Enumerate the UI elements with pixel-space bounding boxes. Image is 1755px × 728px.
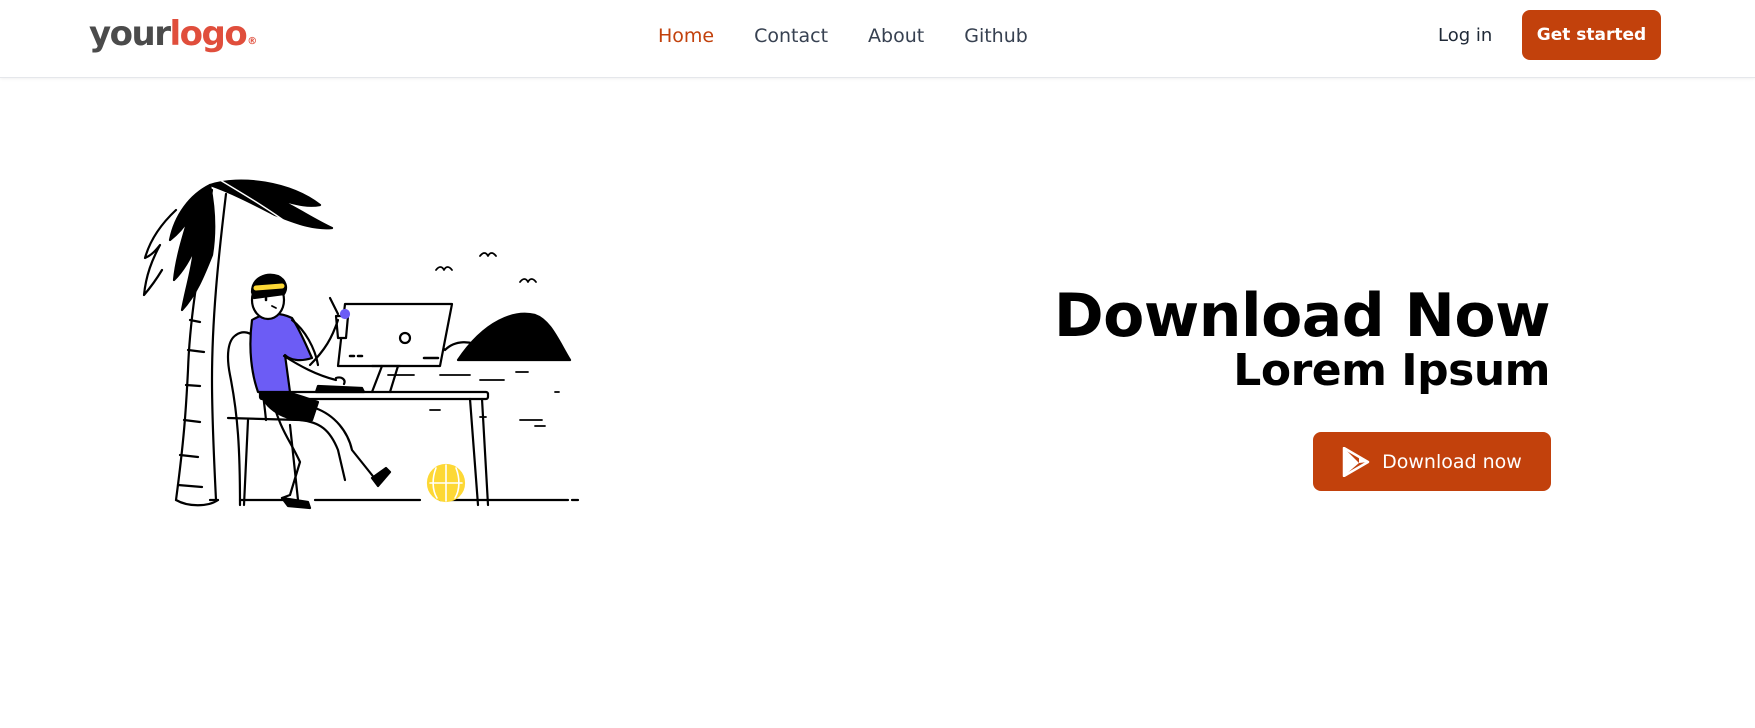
nav-about[interactable]: About [868, 24, 924, 48]
logo-word-your: your [89, 14, 171, 54]
login-link[interactable]: Log in [1438, 24, 1492, 48]
download-now-button[interactable]: Download now [1313, 432, 1551, 491]
nav-github[interactable]: Github [964, 24, 1028, 48]
top-navbar: yourlogo® Home Contact About Github Log … [0, 0, 1755, 78]
registered-mark: ® [247, 36, 258, 47]
get-started-button[interactable]: Get started [1522, 10, 1661, 60]
logo-word-logo: logo [169, 14, 248, 54]
download-now-label: Download now [1382, 450, 1522, 473]
beach-laptop-illustration [142, 179, 580, 510]
google-play-icon [1342, 446, 1370, 477]
main-nav: Home Contact About Github [658, 24, 1068, 48]
hero-title: Download Now [1053, 281, 1551, 351]
hero-subtitle: Lorem Ipsum [1233, 345, 1550, 396]
logo[interactable]: yourlogo® [89, 12, 257, 56]
nav-home[interactable]: Home [658, 24, 714, 48]
nav-contact[interactable]: Contact [754, 24, 828, 48]
